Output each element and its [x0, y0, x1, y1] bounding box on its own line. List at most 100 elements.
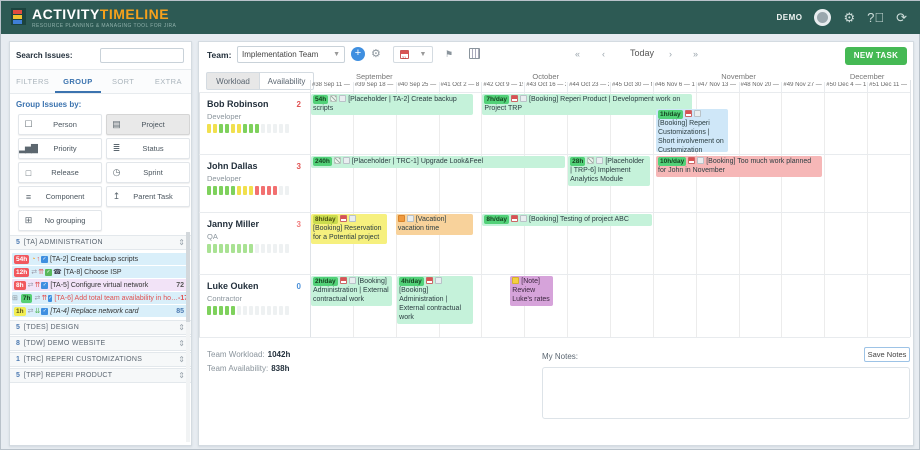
task-hours-badge: 54h: [313, 95, 328, 104]
calendar-view-select[interactable]: 31▼: [393, 46, 433, 63]
nav-first-button[interactable]: «: [575, 49, 580, 59]
milestone-flag-icon[interactable]: ⚑: [445, 49, 453, 60]
issue-group-count: 5: [16, 324, 20, 331]
sort-handle-icon[interactable]: ⇕: [178, 371, 185, 380]
group-by-parent-task[interactable]: ↥Parent Task: [106, 186, 190, 207]
task-hours-badge: 28h: [570, 157, 585, 166]
sidebar-tab-extra[interactable]: EXTRA: [146, 70, 191, 93]
task-hours-badge: 10h/day: [658, 157, 686, 166]
note-icon: [512, 277, 519, 284]
clock-icon: ◔: [31, 256, 35, 263]
sort-handle-icon[interactable]: ⇕: [178, 238, 185, 247]
task-bar[interactable]: [Note] Review Luke's rates: [510, 276, 553, 306]
task-bar[interactable]: 2h/day[Booking] Administration | Externa…: [311, 276, 392, 306]
sort-handle-icon[interactable]: ⇕: [178, 355, 185, 364]
search-issues-input[interactable]: [100, 48, 184, 63]
team-select[interactable]: Implementation Team▼: [237, 46, 345, 63]
sidebar-tab-sort[interactable]: SORT: [101, 70, 146, 93]
team-label: Team:: [207, 50, 231, 60]
workload-bar: [285, 186, 289, 195]
group-by-priority[interactable]: ▂▅▇Priority: [18, 138, 102, 159]
app-title: ACTIVITY: [32, 6, 100, 22]
sync-refresh-icon[interactable]: ⟳: [896, 9, 907, 26]
task-bar[interactable]: 10h/day[Booking] Too much work planned f…: [656, 156, 822, 177]
task-bar[interactable]: 1h/day[Booking] Reperi Customizations | …: [656, 109, 728, 152]
issue-group-header[interactable]: 8[TDW] DEMO WEBSITE⇕: [10, 336, 191, 351]
search-issues-label: Search Issues:: [16, 51, 72, 60]
sprint-icon: ◷: [107, 167, 125, 178]
workload-bar: [219, 244, 223, 253]
calendar-icon: 31: [400, 50, 409, 59]
team-settings-gear-icon[interactable]: ⚙: [371, 47, 381, 60]
team-workload-label: Team Workload:: [207, 350, 265, 359]
group-by-person[interactable]: ☐Person: [18, 114, 102, 135]
priority-highest-icon: ⇈: [38, 268, 44, 276]
today-button[interactable]: Today: [624, 46, 660, 60]
workload-bar: [237, 244, 241, 253]
hours-badge: 12h: [14, 268, 29, 277]
sort-handle-icon[interactable]: ⇕: [178, 323, 185, 332]
settings-gear-icon[interactable]: ⚙: [843, 9, 855, 26]
tracking-icon: ⇄: [28, 307, 34, 315]
person-name[interactable]: Luke Ouken: [207, 281, 259, 291]
issue-list-item[interactable]: ⊞7h⇄⇈✓[TA-6] Add total team availability…: [12, 292, 188, 304]
workload-bar: [273, 124, 277, 133]
group-by-no-grouping[interactable]: ⊞No grouping: [18, 210, 102, 231]
new-task-button[interactable]: NEW TASK: [845, 47, 907, 65]
issue-group-header[interactable]: 5[TDES] DESIGN⇕: [10, 320, 191, 335]
person-name[interactable]: Janny Miller: [207, 219, 259, 229]
task-bar[interactable]: 8h/day[Booking] Testing of project ABC: [482, 214, 652, 226]
issue-group-header[interactable]: 5[TRP] REPERI PRODUCT⇕: [10, 368, 191, 383]
workload-bar: [273, 306, 277, 315]
person-name[interactable]: Bob Robinson: [207, 99, 269, 109]
group-by-status[interactable]: ≣Status: [106, 138, 190, 159]
grid-line: [199, 92, 200, 337]
user-name: DEMO: [776, 13, 802, 22]
person-issue-count: 3: [281, 220, 301, 229]
task-hours-badge: 7h/day: [484, 95, 509, 104]
person-name[interactable]: John Dallas: [207, 161, 258, 171]
save-notes-button[interactable]: Save Notes: [864, 347, 910, 362]
hours-badge: 7h: [21, 294, 33, 303]
person-workload-bars: [207, 186, 289, 195]
booking-calendar-icon: [340, 215, 347, 222]
sidebar-tab-group[interactable]: GROUP: [55, 70, 100, 93]
task-hours-badge: 8h/day: [313, 215, 338, 224]
person-workload-bars: [207, 124, 289, 133]
group-by-component[interactable]: ≡Component: [18, 186, 102, 207]
checkbox-icon: [697, 157, 704, 164]
help-icon[interactable]: ?⃝: [867, 9, 884, 26]
group-by-project[interactable]: ▤Project: [106, 114, 190, 135]
group-by-release[interactable]: □Release: [18, 162, 102, 183]
nav-prev-button[interactable]: ‹: [602, 49, 605, 59]
sidebar-tab-filters[interactable]: FILTERS: [10, 70, 55, 93]
view-tab-workload[interactable]: Workload: [206, 72, 260, 90]
group-by-sprint[interactable]: ◷Sprint: [106, 162, 190, 183]
issue-list-item[interactable]: 8h⇄⇈✓[TA-5] Configure virtual network72: [12, 279, 188, 291]
workload-bar: [207, 186, 211, 195]
calendar-grid-icon[interactable]: [469, 48, 480, 59]
task-bar[interactable]: 28h[Placeholder | TRP-6] Implement Analy…: [568, 156, 650, 186]
task-bar[interactable]: [Vacation] vacation time: [396, 214, 473, 235]
task-bar[interactable]: 54h[Placeholder | TA-2] Create backup sc…: [311, 94, 473, 115]
workload-bar: [213, 244, 217, 253]
add-team-button[interactable]: +: [351, 47, 365, 61]
task-bar[interactable]: 240h[Placeholder | TRC-1] Upgrade Look&F…: [311, 156, 565, 168]
booking-calendar-icon: [340, 277, 347, 284]
subtask-expander-icon[interactable]: ⊞: [12, 294, 18, 302]
user-avatar[interactable]: [814, 9, 831, 26]
task-bar[interactable]: 8h/day[Booking] Reservation for a Potent…: [311, 214, 387, 244]
my-notes-textarea[interactable]: [542, 367, 910, 419]
sidebar-scrollbar[interactable]: [186, 232, 190, 442]
view-tab-availability[interactable]: Availability: [260, 72, 314, 90]
issue-group-header[interactable]: 5[TA] ADMINISTRATION⇕: [10, 235, 191, 250]
issue-group-header[interactable]: 1[TRC] REPERI CUSTOMIZATIONS⇕: [10, 352, 191, 367]
sort-handle-icon[interactable]: ⇕: [178, 339, 185, 348]
nav-last-button[interactable]: »: [693, 49, 698, 59]
issue-list-item[interactable]: 54h◔↑✓[TA-2] Create backup scripts: [12, 253, 188, 265]
task-bar[interactable]: 4h/day[Booking] Administration | Externa…: [397, 276, 473, 324]
issue-list-item[interactable]: 1h⇄⇊✓[TA-4] Replace network card85: [12, 305, 188, 317]
nav-next-button[interactable]: ›: [669, 49, 672, 59]
task-type-icon: ✓: [41, 256, 48, 263]
issue-list-item[interactable]: 12h⇄⇈✓☎[TA-8] Choose ISP: [12, 266, 188, 278]
